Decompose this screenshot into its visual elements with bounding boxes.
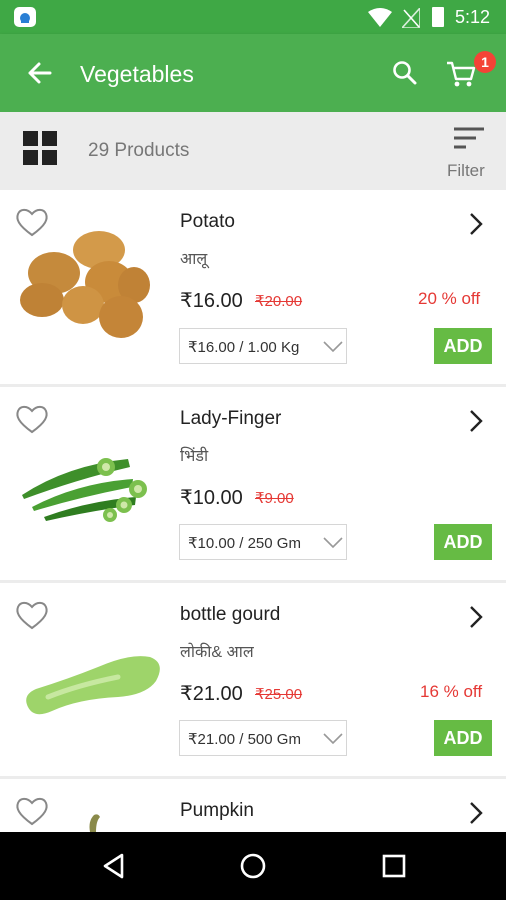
product-card-lady-finger[interactable]: Lady-Finger भिंडी ₹10.00 ₹9.00 ₹10.00 / … bbox=[0, 387, 506, 580]
discount-label: 20 % off bbox=[418, 289, 481, 308]
bottle-gourd-image bbox=[26, 656, 160, 715]
product-price: ₹16.00 bbox=[180, 290, 243, 312]
variant-dropdown[interactable]: ₹16.00 / 1.00 Kg bbox=[179, 328, 347, 364]
nav-back-icon[interactable] bbox=[100, 852, 128, 880]
nav-recents-icon[interactable] bbox=[381, 853, 407, 879]
search-icon[interactable] bbox=[392, 60, 418, 86]
add-button[interactable]: ADD bbox=[434, 524, 492, 560]
variant-dropdown[interactable]: ₹21.00 / 500 Gm bbox=[179, 720, 347, 756]
chevron-right-icon[interactable] bbox=[468, 800, 484, 826]
variant-value: ₹10.00 / 250 Gm bbox=[188, 535, 301, 552]
chevron-right-icon[interactable] bbox=[468, 211, 484, 237]
discount-label: 16 % off bbox=[420, 682, 483, 701]
add-button[interactable]: ADD bbox=[434, 720, 492, 756]
app-bar: Vegetables 1 bbox=[0, 34, 506, 112]
filter-icon bbox=[454, 127, 484, 149]
wishlist-heart-icon[interactable] bbox=[15, 403, 49, 435]
page-title: Vegetables bbox=[80, 61, 194, 87]
product-name: Pumpkin bbox=[180, 800, 254, 821]
wifi-icon bbox=[368, 8, 392, 27]
grid-view-icon[interactable] bbox=[23, 131, 57, 165]
variant-value: ₹16.00 / 1.00 Kg bbox=[188, 339, 300, 356]
product-mrp: ₹20.00 bbox=[255, 293, 303, 310]
app-notification-icon bbox=[14, 7, 36, 27]
product-mrp: ₹9.00 bbox=[255, 490, 294, 507]
chevron-down-icon bbox=[323, 341, 343, 353]
chevron-right-icon[interactable] bbox=[468, 604, 484, 630]
cart-button[interactable]: 1 bbox=[446, 51, 500, 94]
cart-icon bbox=[447, 61, 476, 87]
battery-icon bbox=[432, 7, 444, 27]
variant-dropdown[interactable]: ₹10.00 / 250 Gm bbox=[179, 524, 347, 560]
variant-value: ₹21.00 / 500 Gm bbox=[188, 731, 301, 748]
chevron-right-icon[interactable] bbox=[468, 408, 484, 434]
product-mrp: ₹25.00 bbox=[255, 686, 303, 703]
status-bar: 5:12 bbox=[0, 0, 506, 34]
product-card-bottle-gourd[interactable]: bottle gourd लोकी& आल ₹21.00 ₹25.00 16 %… bbox=[0, 583, 506, 776]
filter-button[interactable]: Filter bbox=[444, 126, 494, 184]
pumpkin-image bbox=[89, 814, 100, 832]
product-name: Lady-Finger bbox=[180, 408, 282, 429]
wishlist-heart-icon[interactable] bbox=[15, 599, 49, 631]
product-name: bottle gourd bbox=[180, 604, 281, 625]
filter-label: Filter bbox=[447, 161, 485, 180]
okra-image bbox=[22, 458, 147, 522]
product-price: ₹10.00 bbox=[180, 487, 243, 509]
product-card-potato[interactable]: Potato आलू ₹16.00 ₹20.00 20 % off ₹16.00… bbox=[0, 190, 506, 384]
add-button[interactable]: ADD bbox=[434, 328, 492, 364]
nav-home-icon[interactable] bbox=[239, 852, 267, 880]
product-price: ₹21.00 bbox=[180, 683, 243, 705]
chevron-down-icon bbox=[323, 537, 343, 549]
wishlist-heart-icon[interactable] bbox=[15, 795, 49, 827]
clock: 5:12 bbox=[455, 7, 491, 27]
system-nav-bar bbox=[0, 832, 506, 900]
product-name: Potato bbox=[180, 211, 235, 232]
chevron-down-icon bbox=[323, 733, 343, 745]
back-arrow-icon[interactable] bbox=[26, 61, 52, 85]
no-signal-icon bbox=[402, 8, 420, 28]
product-card-pumpkin[interactable]: Pumpkin bbox=[0, 779, 506, 832]
list-toolbar: 29 Products Filter bbox=[0, 112, 506, 189]
potato-image bbox=[20, 231, 150, 338]
product-local-name: आलू bbox=[180, 251, 208, 268]
product-local-name: भिंडी bbox=[180, 448, 209, 465]
products-count: 29 Products bbox=[88, 140, 190, 161]
product-local-name: लोकी& आल bbox=[180, 644, 254, 661]
cart-count-badge: 1 bbox=[474, 51, 496, 73]
